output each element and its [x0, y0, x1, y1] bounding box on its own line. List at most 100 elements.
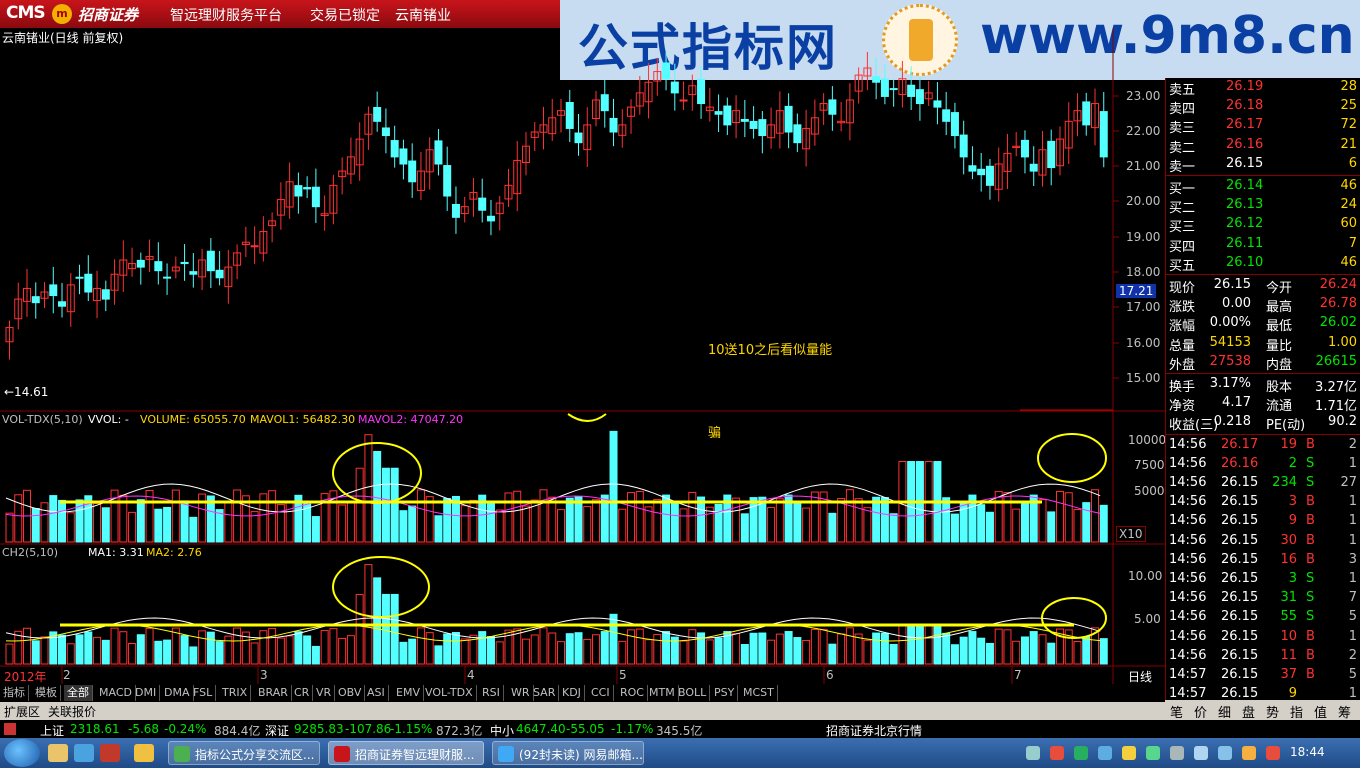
tray-icon[interactable]: [1122, 746, 1136, 760]
indicator-tab[interactable]: MCST: [740, 685, 778, 701]
sh-index-name[interactable]: 上证: [40, 722, 64, 739]
indicator-tab[interactable]: ASI: [364, 685, 389, 701]
tray-icon[interactable]: [1146, 746, 1160, 760]
tick-row[interactable]: 14:56 26.15 55 S 5: [1166, 608, 1360, 627]
stat-row[interactable]: 换手 3.17% 股本 3.27亿: [1166, 375, 1360, 395]
indicator-tab[interactable]: MACD: [96, 685, 136, 701]
stat-row[interactable]: 总量 54153 量比 1.00: [1166, 334, 1360, 354]
quote-tab[interactable]: 笔: [1170, 702, 1183, 721]
indicator-tab[interactable]: BOLL: [675, 685, 711, 701]
bid-row[interactable]: 买二 26.13 24: [1166, 196, 1360, 216]
tick-time: 14:56: [1169, 551, 1207, 567]
indicator-tab[interactable]: DMI: [132, 685, 161, 701]
indicator-tab[interactable]: CR: [291, 685, 314, 701]
tick-row[interactable]: 14:56 26.15 30 B 1: [1166, 532, 1360, 551]
tray-icon[interactable]: [1098, 746, 1112, 760]
network-icon[interactable]: [1170, 746, 1184, 760]
tick-row[interactable]: 14:56 26.15 10 B 1: [1166, 628, 1360, 647]
shield-icon[interactable]: [1074, 746, 1088, 760]
bid-row[interactable]: 买一 26.14 46: [1166, 177, 1360, 197]
quote-tab[interactable]: 指: [1290, 702, 1303, 721]
ie-icon[interactable]: [74, 744, 94, 762]
quote-tab[interactable]: 价: [1194, 702, 1207, 721]
indicator-tab[interactable]: FSL: [190, 685, 217, 701]
indicator-tab[interactable]: OBV: [335, 685, 366, 701]
ask-row[interactable]: 卖三 26.17 72: [1166, 116, 1360, 136]
stat-row[interactable]: 现价 26.15 今开 26.24: [1166, 276, 1360, 296]
tray-icon[interactable]: [1218, 746, 1232, 760]
bid-row[interactable]: 买四 26.11 7: [1166, 235, 1360, 255]
quote-tab[interactable]: 值: [1314, 702, 1327, 721]
bid-row[interactable]: 买三 26.12 60: [1166, 215, 1360, 235]
quote-tab[interactable]: 盘: [1242, 702, 1255, 721]
tray-icon[interactable]: [1026, 746, 1040, 760]
tick-row[interactable]: 14:56 26.17 19 B 2: [1166, 436, 1360, 455]
taskbar-button-mail[interactable]: (92封未读) 网易邮箱...: [492, 741, 644, 765]
indicator-tab[interactable]: MTM: [646, 685, 679, 701]
indicator-tab[interactable]: SAR: [530, 685, 560, 701]
stat-row[interactable]: 收益(三) 0.218 PE(动) 90.2: [1166, 413, 1360, 433]
stat-row[interactable]: 涨跌 0.00 最高 26.78: [1166, 295, 1360, 315]
chart-canvas[interactable]: [0, 28, 1165, 684]
show-desktop-icon[interactable]: [48, 744, 68, 762]
quote-tab[interactable]: 势: [1266, 702, 1279, 721]
kline-chart[interactable]: 云南锗业(日线 前复权) 23.00 22.00 21.00 20.00 19.…: [0, 28, 1166, 699]
annotation-text: 10送10之后看似量能: [708, 343, 833, 358]
tick-row[interactable]: 14:57 26.15 37 B 5: [1166, 666, 1360, 685]
tray-icon[interactable]: [1242, 746, 1256, 760]
quote-server[interactable]: 招商证券北京行情: [826, 722, 922, 739]
ask-row[interactable]: 卖一 26.15 6: [1166, 155, 1360, 175]
indicator-tab[interactable]: DMA: [161, 685, 194, 701]
tray-icon[interactable]: [1050, 746, 1064, 760]
tick-count: 2: [1348, 436, 1357, 452]
indicator-tab[interactable]: RSI: [479, 685, 504, 701]
taskbar-button-forum[interactable]: 指标公式分享交流区...: [168, 741, 320, 765]
clock[interactable]: 18:44: [1290, 745, 1325, 759]
taskbar-button-cms[interactable]: 招商证券智远理财服...: [328, 741, 484, 765]
indicator-tab[interactable]: 模板: [32, 685, 61, 701]
indicator-tab[interactable]: KDJ: [559, 685, 585, 701]
indicator-tab[interactable]: EMV: [393, 685, 424, 701]
sz-index-name[interactable]: 深证: [265, 722, 289, 739]
start-button-icon[interactable]: [4, 739, 40, 767]
tick-row[interactable]: 14:56 26.15 16 B 3: [1166, 551, 1360, 570]
volume-icon[interactable]: [1194, 746, 1208, 760]
quote-tab[interactable]: 细: [1218, 702, 1231, 721]
indicator-tab[interactable]: 全部: [64, 685, 93, 701]
stat-row[interactable]: 净资 4.17 流通 1.71亿: [1166, 394, 1360, 414]
indicator-tab[interactable]: ROC: [617, 685, 648, 701]
tick-row[interactable]: 14:56 26.16 2 S 1: [1166, 455, 1360, 474]
indicator-tab[interactable]: PSY: [711, 685, 739, 701]
indicator-tab[interactable]: VOL-TDX: [422, 685, 477, 701]
lock-status[interactable]: 交易已锁定: [310, 5, 380, 25]
period-label[interactable]: 日线: [1128, 668, 1152, 685]
indicator-tab[interactable]: CCI: [588, 685, 614, 701]
indicator-tab[interactable]: VR: [313, 685, 336, 701]
indicator-tab[interactable]: 指标: [0, 685, 29, 701]
sme-index-amount: 345.5亿: [656, 724, 703, 738]
stat-row[interactable]: 外盘 27538 内盘 26615: [1166, 353, 1360, 373]
stat-value: 3.17%: [1209, 376, 1251, 391]
ch2-bar: [268, 628, 277, 665]
tab-related-quotes[interactable]: 关联报价: [48, 703, 96, 720]
tick-row[interactable]: 14:56 26.15 11 B 2: [1166, 647, 1360, 666]
tick-row[interactable]: 14:56 26.15 9 B 1: [1166, 512, 1360, 531]
tab-extension-area[interactable]: 扩展区: [4, 703, 40, 720]
tick-row[interactable]: 14:56 26.15 3 B 1: [1166, 493, 1360, 512]
quote-tab[interactable]: 筹: [1338, 702, 1351, 721]
ask-row[interactable]: 卖四 26.18 25: [1166, 97, 1360, 117]
ask-row[interactable]: 卖五 26.19 28: [1166, 78, 1360, 98]
indicator-tab[interactable]: BRAR: [255, 685, 292, 701]
indicator-tab[interactable]: TRIX: [219, 685, 252, 701]
tick-row[interactable]: 14:56 26.15 234 S 27: [1166, 474, 1360, 493]
tray-icon[interactable]: [1266, 746, 1280, 760]
folder-icon[interactable]: [134, 744, 154, 762]
tick-row[interactable]: 14:56 26.15 3 S 1: [1166, 570, 1360, 589]
stat-row[interactable]: 涨幅 0.00% 最低 26.02: [1166, 314, 1360, 334]
ask-row[interactable]: 卖二 26.16 21: [1166, 136, 1360, 156]
tick-row[interactable]: 14:56 26.15 31 S 7: [1166, 589, 1360, 608]
media-icon[interactable]: [100, 744, 120, 762]
volume-bar: [845, 489, 854, 543]
sme-index-name[interactable]: 中小: [490, 722, 514, 739]
bid-row[interactable]: 买五 26.10 46: [1166, 254, 1360, 274]
